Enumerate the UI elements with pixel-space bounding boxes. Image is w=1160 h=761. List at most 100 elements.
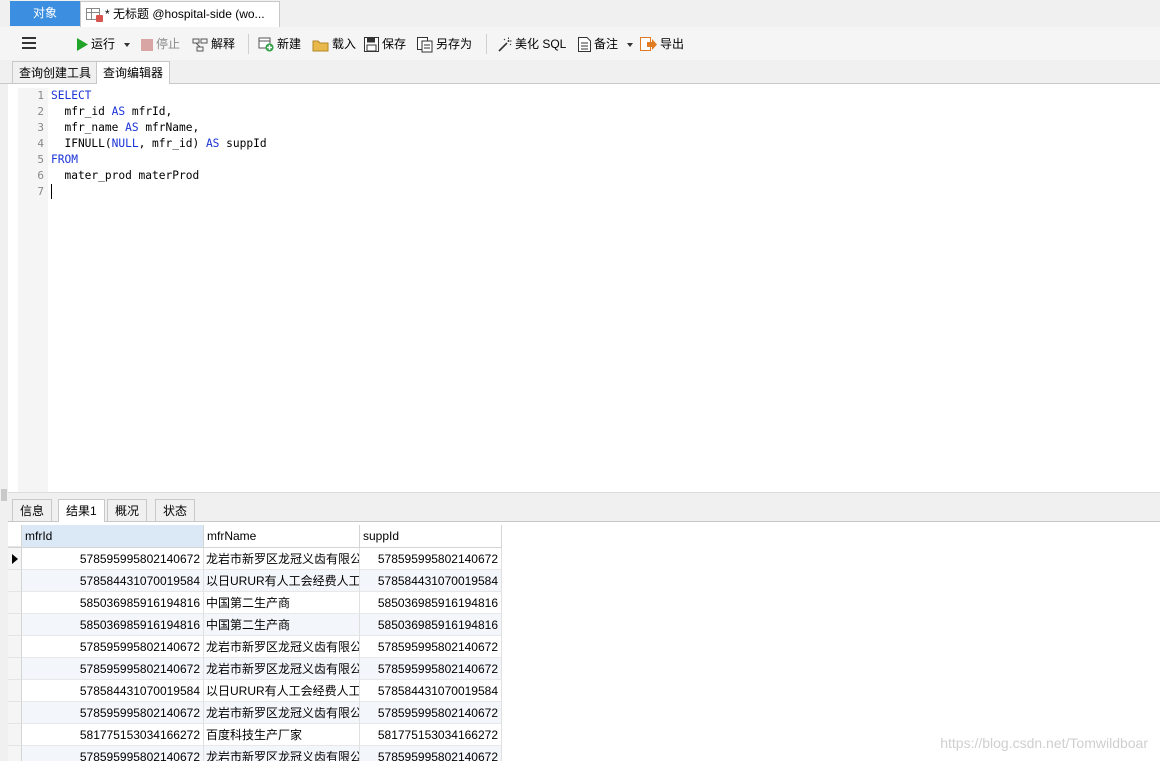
table-cell-mfrname[interactable]: 龙岩市新罗区龙冠义齿有限公 bbox=[204, 702, 360, 724]
table-cell-mfrname[interactable]: 龙岩市新罗区龙冠义齿有限公 bbox=[204, 548, 360, 570]
row-indicator[interactable] bbox=[8, 592, 22, 614]
tab-info[interactable]: 信息 bbox=[12, 499, 53, 521]
table-cell-suppid[interactable]: 581775153034166272 bbox=[360, 724, 502, 746]
table-cell-mfrid[interactable]: 578595995802140672 bbox=[22, 658, 204, 680]
sql-keyword: NULL bbox=[111, 137, 139, 150]
chevron-down-icon[interactable] bbox=[123, 42, 131, 48]
sql-keyword: AS bbox=[111, 105, 126, 118]
table-cell-mfrid[interactable]: 585036985916194816 bbox=[22, 614, 204, 636]
explain-button[interactable]: 解释 bbox=[192, 35, 235, 53]
comment-button[interactable]: 备注 bbox=[578, 35, 637, 53]
table-cell-suppid[interactable]: 585036985916194816 bbox=[360, 592, 502, 614]
table-row[interactable]: 578595995802140672 龙岩市新罗区龙冠义齿有限公 578595995… bbox=[22, 746, 502, 761]
line-number: 7 bbox=[37, 185, 44, 198]
sql-keyword: SELECT bbox=[51, 89, 92, 102]
table-row[interactable]: 578595995802140672 龙岩市新罗区龙冠义齿有限公 578595995… bbox=[22, 548, 502, 570]
table-row[interactable]: 578595995802140672 龙岩市新罗区龙冠义齿有限公 578595995… bbox=[22, 658, 502, 680]
tab-status[interactable]: 状态 bbox=[155, 499, 196, 521]
table-row[interactable]: 578595995802140672 龙岩市新罗区龙冠义齿有限公 578595995… bbox=[22, 636, 502, 658]
table-cell-suppid[interactable]: 578584431070019584 bbox=[360, 680, 502, 702]
row-indicator[interactable] bbox=[8, 636, 22, 658]
table-row[interactable]: 585036985916194816 中国第二生产商 585036985916194… bbox=[22, 614, 502, 636]
column-header-mfrname[interactable]: mfrName bbox=[204, 525, 360, 547]
table-cell-mfrname[interactable]: 百度科技生产厂家 bbox=[204, 724, 360, 746]
row-indicator[interactable] bbox=[8, 702, 22, 724]
export-icon bbox=[640, 37, 657, 52]
table-cell-suppid[interactable]: 578595995802140672 bbox=[360, 548, 502, 570]
table-cell-suppid[interactable]: 578595995802140672 bbox=[360, 746, 502, 761]
magic-wand-icon bbox=[498, 37, 512, 52]
export-label: 导出 bbox=[660, 37, 685, 51]
table-cell-mfrname[interactable]: 中国第二生产商 bbox=[204, 614, 360, 636]
editor-mode-tabs: 查询创建工具 查询编辑器 bbox=[0, 60, 1160, 84]
column-header-mfrid[interactable]: mfrId bbox=[22, 525, 204, 547]
save-label: 保存 bbox=[382, 37, 407, 51]
text-caret bbox=[51, 184, 52, 199]
code-line-4: IFNULL(NULL, mfr_id) AS suppId bbox=[51, 136, 267, 152]
table-row[interactable]: 578584431070019584 以日URUR有人工会经费人工 57858443… bbox=[22, 680, 502, 702]
tab-overview[interactable]: 概况 bbox=[107, 499, 148, 521]
table-row[interactable]: 578595995802140672 龙岩市新罗区龙冠义齿有限公 578595995… bbox=[22, 702, 502, 724]
result-grid[interactable]: mfrId mfrName suppId 578595995802140672 龙… bbox=[8, 525, 1160, 761]
row-indicator[interactable] bbox=[8, 746, 22, 761]
table-cell-mfrname[interactable]: 以日URUR有人工会经费人工 bbox=[204, 680, 360, 702]
play-icon bbox=[77, 38, 88, 52]
table-cell-mfrid[interactable]: 585036985916194816 bbox=[22, 592, 204, 614]
load-button[interactable]: 载入 bbox=[312, 35, 356, 53]
save-as-button[interactable]: 另存为 bbox=[417, 35, 472, 53]
row-indicator[interactable] bbox=[8, 570, 22, 592]
code-line-5: FROM bbox=[51, 152, 78, 168]
export-button[interactable]: 导出 bbox=[640, 35, 684, 53]
tab-query-builder[interactable]: 查询创建工具 bbox=[12, 61, 99, 83]
code-text: suppId bbox=[219, 137, 267, 150]
table-cell-suppid[interactable]: 578584431070019584 bbox=[360, 570, 502, 592]
table-cell-mfrid[interactable]: 578584431070019584 bbox=[22, 570, 204, 592]
table-cell-mfrname[interactable]: 龙岩市新罗区龙冠义齿有限公 bbox=[204, 636, 360, 658]
table-cell-mfrid[interactable]: 578595995802140672 bbox=[22, 548, 204, 570]
table-cell-suppid[interactable]: 578595995802140672 bbox=[360, 658, 502, 680]
sql-editor[interactable]: 1 2 3 4 5 6 7 SELECT mfr_id AS mfrId, mf… bbox=[8, 84, 1160, 492]
hamburger-menu-icon[interactable] bbox=[22, 37, 36, 49]
row-indicator[interactable] bbox=[8, 724, 22, 746]
beautify-sql-button[interactable]: 美化 SQL bbox=[496, 35, 566, 53]
table-row[interactable]: 578584431070019584 以日URUR有人工会经费人工 57858443… bbox=[22, 570, 502, 592]
watermark: https://blog.csdn.net/Tomwildboar bbox=[940, 735, 1148, 751]
new-query-icon bbox=[258, 37, 274, 52]
tab-query-untitled[interactable]: * 无标题 @hospital-side (wo... bbox=[80, 1, 280, 27]
table-cell-suppid[interactable]: 578595995802140672 bbox=[360, 702, 502, 724]
chevron-down-icon[interactable] bbox=[626, 42, 634, 48]
tab-objects[interactable]: 对象 bbox=[10, 1, 80, 26]
row-indicator[interactable] bbox=[8, 658, 22, 680]
table-cell-mfrname[interactable]: 龙岩市新罗区龙冠义齿有限公 bbox=[204, 746, 360, 761]
table-row[interactable]: 585036985916194816 中国第二生产商 585036985916194… bbox=[22, 592, 502, 614]
table-row[interactable]: 581775153034166272 百度科技生产厂家 58177515303416… bbox=[22, 724, 502, 746]
run-button[interactable]: 运行 bbox=[76, 35, 134, 53]
column-header-suppid[interactable]: suppId bbox=[360, 525, 502, 547]
explain-label: 解释 bbox=[211, 37, 236, 51]
table-cell-mfrid[interactable]: 578595995802140672 bbox=[22, 746, 204, 761]
stop-button[interactable]: 停止 bbox=[141, 35, 180, 53]
code-line-2: mfr_id AS mfrId, bbox=[51, 104, 172, 120]
row-indicator[interactable] bbox=[8, 548, 22, 570]
table-cell-mfrname[interactable]: 以日URUR有人工会经费人工 bbox=[204, 570, 360, 592]
table-cell-mfrname[interactable]: 龙岩市新罗区龙冠义齿有限公 bbox=[204, 658, 360, 680]
line-number: 2 bbox=[37, 105, 44, 118]
panel-handle[interactable] bbox=[1, 489, 7, 501]
explain-icon bbox=[192, 38, 208, 52]
grid-corner bbox=[8, 525, 22, 547]
new-button[interactable]: 新建 bbox=[258, 35, 301, 53]
table-cell-suppid[interactable]: 578595995802140672 bbox=[360, 636, 502, 658]
table-cell-mfrname[interactable]: 中国第二生产商 bbox=[204, 592, 360, 614]
row-indicator[interactable] bbox=[8, 614, 22, 636]
toolbar-separator bbox=[486, 34, 487, 54]
save-as-icon bbox=[417, 36, 433, 53]
table-cell-suppid[interactable]: 585036985916194816 bbox=[360, 614, 502, 636]
table-cell-mfrid[interactable]: 581775153034166272 bbox=[22, 724, 204, 746]
row-indicator[interactable] bbox=[8, 680, 22, 702]
table-cell-mfrid[interactable]: 578584431070019584 bbox=[22, 680, 204, 702]
tab-result1[interactable]: 结果1 bbox=[58, 499, 105, 522]
table-cell-mfrid[interactable]: 578595995802140672 bbox=[22, 636, 204, 658]
table-cell-mfrid[interactable]: 578595995802140672 bbox=[22, 702, 204, 724]
tab-query-editor[interactable]: 查询编辑器 bbox=[96, 61, 171, 84]
save-button[interactable]: 保存 bbox=[364, 35, 406, 53]
